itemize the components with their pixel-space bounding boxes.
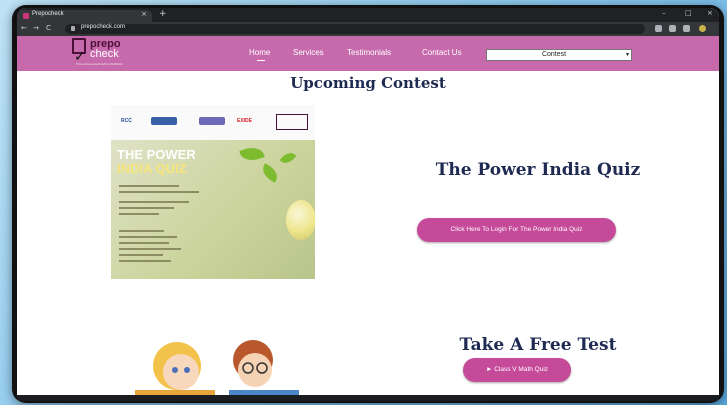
- logo-word-check: check: [90, 48, 119, 60]
- poster-text-line: [119, 185, 179, 187]
- address-bar: ← → C prepocheck.com: [17, 22, 719, 36]
- poster-text-line: [119, 236, 177, 238]
- extension-icon[interactable]: [655, 25, 662, 32]
- favicon-icon: [23, 13, 29, 19]
- section-title: Upcoming Contest: [290, 74, 446, 92]
- lock-icon: [71, 26, 75, 31]
- poster-text-line: [119, 260, 171, 262]
- contest-poster: RCC EXIDE THE POWER INDIA QUIZ: [111, 105, 315, 279]
- sponsor-logo-exide: EXIDE: [237, 118, 253, 124]
- math-quiz-button[interactable]: ► Class V Math Quiz: [463, 358, 571, 382]
- chevron-down-icon: ▾: [625, 52, 629, 58]
- poster-title-line2: INDIA QUIZ: [117, 161, 187, 176]
- poster-text-line: [119, 201, 189, 203]
- poster-text-line: [119, 213, 159, 215]
- sponsor-logo-rcc: RCC: [121, 118, 132, 124]
- forward-icon[interactable]: →: [33, 24, 39, 32]
- lightbulb-icon: [286, 200, 315, 240]
- back-icon[interactable]: ←: [21, 24, 27, 32]
- extensions-puzzle-icon[interactable]: [683, 25, 690, 32]
- login-contest-button[interactable]: Click Here To Login For The Power India …: [417, 218, 616, 242]
- taskbar: [17, 395, 719, 401]
- logo-tagline: The online exploration Platform: [76, 62, 124, 66]
- poster-text-line: [119, 254, 163, 256]
- tab-close-icon[interactable]: ×: [141, 10, 147, 18]
- site-navbar: ✓ prepo check The online exploration Pla…: [17, 36, 719, 71]
- poster-text-line: [119, 248, 181, 250]
- girl-face: [163, 354, 199, 390]
- bookmark-star-icon[interactable]: [669, 25, 676, 32]
- poster-text-line: [119, 207, 174, 209]
- nav-home[interactable]: Home: [249, 48, 270, 61]
- kids-illustration: [135, 340, 299, 401]
- poster-title-line1: THE POWER: [117, 147, 196, 162]
- poster-text-line: [119, 230, 164, 232]
- close-window-icon[interactable]: ×: [707, 9, 713, 17]
- url-text: prepocheck.com: [81, 24, 126, 30]
- new-tab-button[interactable]: +: [159, 9, 167, 19]
- girl-eye: [172, 367, 178, 373]
- sponsor-logo-2: [151, 117, 177, 125]
- monitor-frame: Prepocheck × + – □ × ← → C prepocheck.co…: [12, 5, 724, 403]
- girl-eye: [184, 367, 190, 373]
- nav-services[interactable]: Services: [293, 48, 324, 57]
- sponsor-logo-3: [199, 117, 225, 125]
- url-field[interactable]: prepocheck.com: [65, 24, 645, 34]
- reload-icon[interactable]: C: [46, 24, 51, 32]
- contest-title: The Power India Quiz: [435, 160, 641, 180]
- tab-bar: Prepocheck × + – □ ×: [17, 8, 719, 22]
- sponsor-logo-prepocheck: [276, 114, 308, 130]
- site-logo[interactable]: ✓ prepo check The online exploration Pla…: [72, 38, 150, 69]
- browser-tab[interactable]: Prepocheck ×: [17, 10, 152, 22]
- dropdown-value: Contest: [541, 51, 567, 58]
- maximize-icon[interactable]: □: [685, 9, 692, 17]
- browser-window: Prepocheck × + – □ × ← → C prepocheck.co…: [17, 8, 719, 401]
- nav-testimonials[interactable]: Testimonials: [347, 48, 391, 57]
- tab-title: Prepocheck: [32, 11, 64, 17]
- free-test-title: Take A Free Test: [459, 335, 617, 355]
- contest-dropdown[interactable]: Contest ▾: [486, 49, 632, 61]
- nav-contact-us[interactable]: Contact Us: [422, 48, 462, 57]
- profile-avatar-icon[interactable]: [699, 25, 706, 32]
- minimize-icon[interactable]: –: [662, 9, 666, 17]
- poster-text-line: [119, 191, 199, 193]
- poster-text-line: [119, 242, 169, 244]
